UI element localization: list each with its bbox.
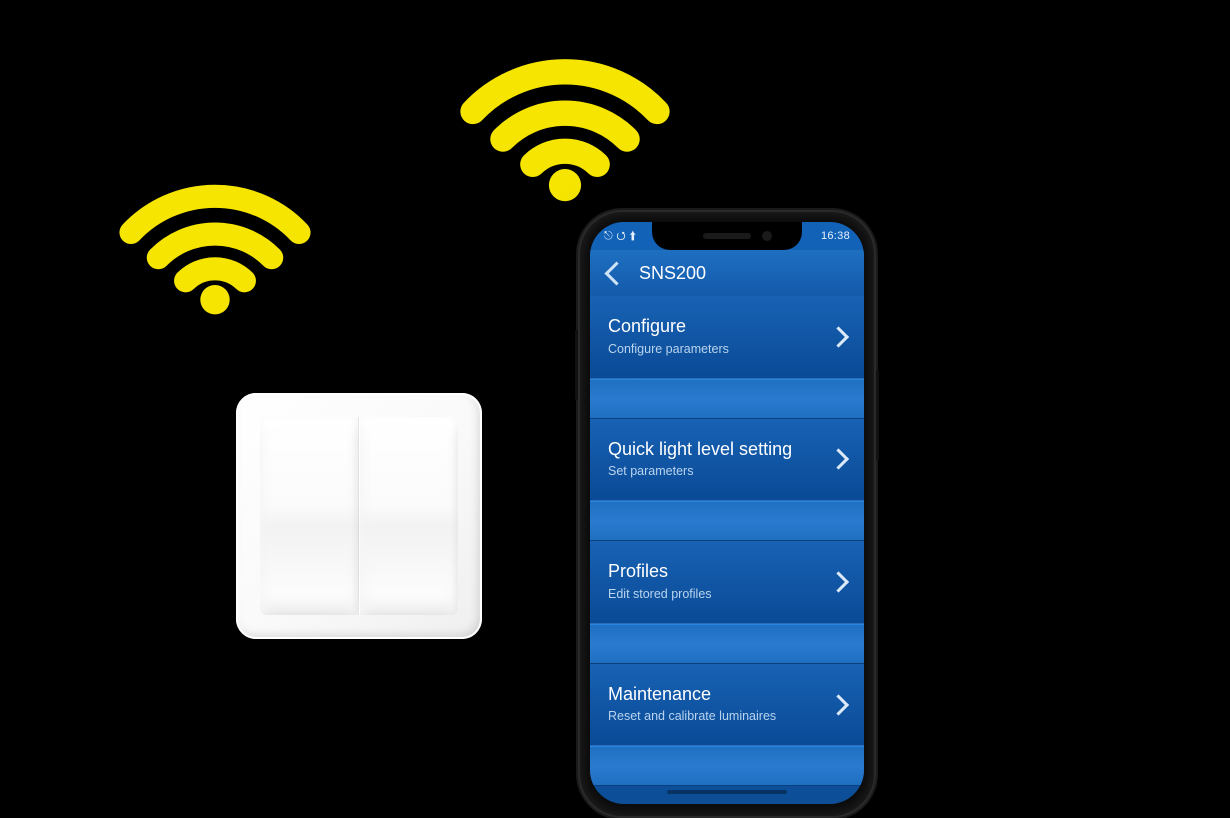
- menu-item-title: Profiles: [608, 561, 818, 583]
- chevron-right-icon: [828, 571, 849, 592]
- wall-switch: [236, 393, 482, 639]
- back-icon[interactable]: [604, 261, 628, 285]
- menu-item-title: Configure: [608, 316, 818, 338]
- chevron-right-icon: [828, 326, 849, 347]
- home-indicator[interactable]: [667, 790, 787, 794]
- menu-item-subtitle: Configure parameters: [608, 342, 818, 356]
- switch-paddle-left[interactable]: [260, 417, 359, 615]
- menu-item-profiles[interactable]: Profiles Edit stored profiles: [590, 541, 864, 624]
- menu-item-subtitle: Edit stored profiles: [608, 587, 818, 601]
- switch-paddle-right[interactable]: [359, 417, 458, 615]
- chevron-right-icon: [828, 694, 849, 715]
- list-divider: [590, 379, 864, 419]
- phone-notch: [652, 222, 802, 250]
- wifi-icon: [110, 127, 320, 317]
- chevron-right-icon: [828, 449, 849, 470]
- menu-item-title: Maintenance: [608, 684, 818, 706]
- list-divider: [590, 501, 864, 541]
- menu-item-configure[interactable]: Configure Configure parameters: [590, 296, 864, 379]
- page-title: SNS200: [639, 263, 706, 284]
- wifi-icon: [450, 0, 680, 204]
- menu-item-maintenance[interactable]: Maintenance Reset and calibrate luminair…: [590, 664, 864, 747]
- menu-item-subtitle: Reset and calibrate luminaires: [608, 709, 818, 723]
- list-divider: [590, 746, 864, 786]
- smartphone: ⎋ ⭯ ⬆ 16:38 SNS200 Configure Configure p…: [578, 210, 876, 818]
- statusbar-time: 16:38: [821, 230, 850, 242]
- menu-item-title: Quick light level setting: [608, 439, 818, 461]
- app-header[interactable]: SNS200: [590, 250, 864, 296]
- menu-item-subtitle: Set parameters: [608, 464, 818, 478]
- menu-list: Configure Configure parameters Quick lig…: [590, 296, 864, 804]
- menu-item-quick-light[interactable]: Quick light level setting Set parameters: [590, 419, 864, 502]
- list-divider: [590, 624, 864, 664]
- statusbar-left: ⎋ ⭯ ⬆: [604, 227, 636, 246]
- phone-screen: ⎋ ⭯ ⬆ 16:38 SNS200 Configure Configure p…: [590, 222, 864, 804]
